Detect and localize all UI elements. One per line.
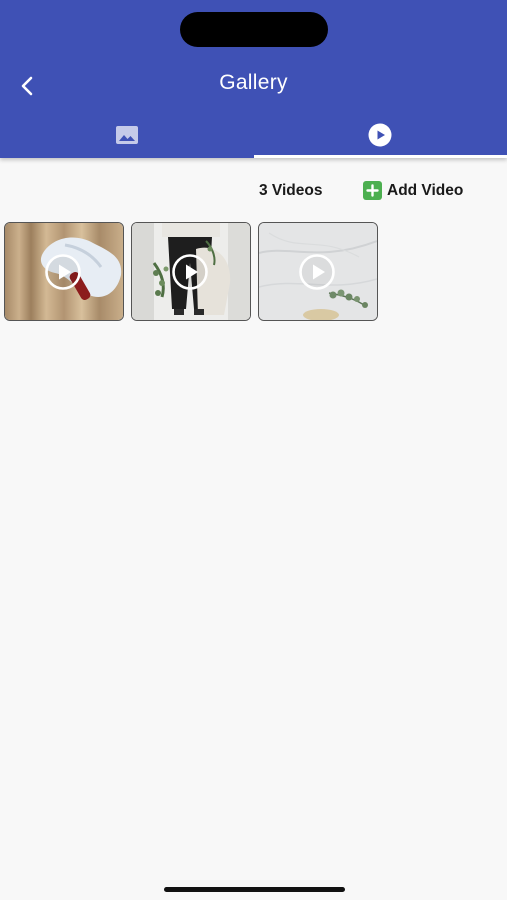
video-thumbnail-2[interactable] <box>131 222 251 321</box>
add-video-label: Add Video <box>387 181 464 199</box>
video-thumbnail-1[interactable] <box>4 222 124 321</box>
play-icon <box>172 254 208 290</box>
play-icon <box>45 254 81 290</box>
video-thumbnail-3[interactable] <box>258 222 378 321</box>
home-indicator[interactable] <box>164 887 345 892</box>
camera-notch <box>180 12 328 47</box>
play-circle-icon <box>368 123 392 147</box>
video-count: 3 Videos <box>259 182 323 199</box>
page-title: Gallery <box>219 71 288 94</box>
add-video-button[interactable]: Add Video <box>363 181 463 200</box>
image-icon <box>115 126 138 144</box>
plus-square-icon <box>363 181 382 200</box>
tab-photos[interactable] <box>0 112 254 158</box>
app-bar: Gallery <box>0 0 507 158</box>
gallery-screen: Gallery 3 Videos Add Video <box>0 0 507 900</box>
media-tabs <box>0 112 507 158</box>
play-icon <box>299 254 335 290</box>
video-toolbar: 3 Videos Add Video <box>0 181 507 203</box>
tab-videos[interactable] <box>253 112 507 158</box>
tab-indicator <box>253 155 507 158</box>
